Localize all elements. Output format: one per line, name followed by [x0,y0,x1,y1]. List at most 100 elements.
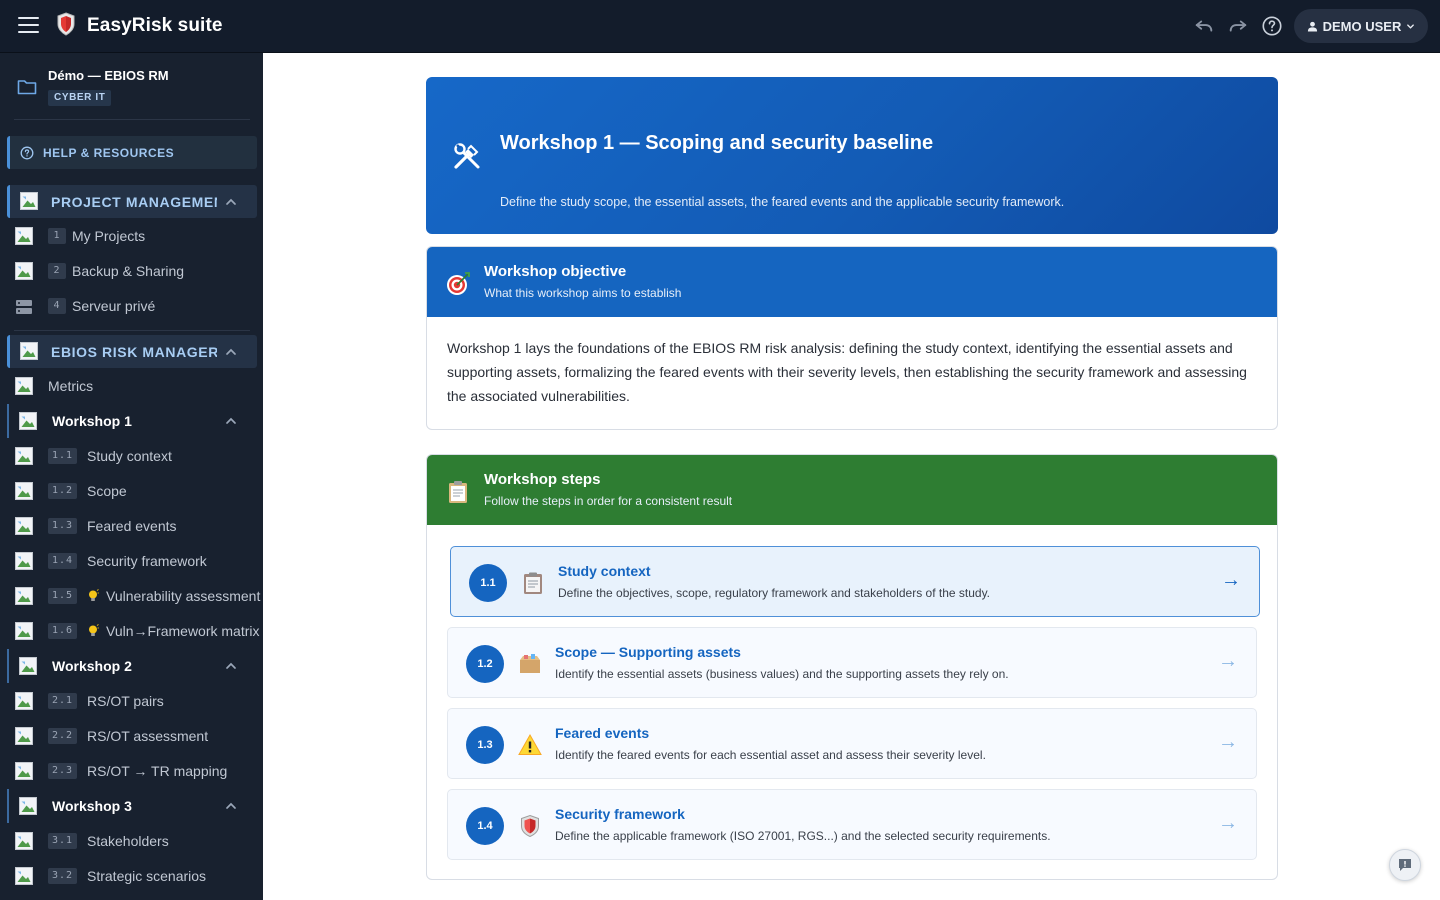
sidebar-item-strategic-scenarios[interactable]: 3.2 Strategic scenarios [0,859,263,893]
step-number: 1.1 [469,564,507,602]
chevron-up-icon [226,417,236,424]
chevron-up-icon [226,802,236,809]
sidebar-workshop-2[interactable]: Workshop 2 [7,649,257,683]
step-scope-supporting-assets[interactable]: 1.2 Scope — Supporting assets Identify t… [447,627,1257,698]
help-resources-button[interactable]: HELP & RESOURCES [7,136,257,169]
sidebar-item-feared-events[interactable]: 1.3 Feared events [0,509,263,543]
logo-icon [57,12,75,36]
item-label: Scope [87,483,127,499]
broken-image-icon [15,832,33,850]
broken-image-icon [20,192,38,210]
redo-icon[interactable] [1226,14,1250,38]
broken-image-icon [15,377,33,395]
chevron-down-icon [1407,23,1415,29]
item-number: 2 [48,263,66,279]
menu-icon[interactable] [18,17,39,33]
sidebar-workshop-3[interactable]: Workshop 3 [7,789,257,823]
step-study-context[interactable]: 1.1 Study context Define the objectives,… [450,546,1260,617]
step-description: Define the objectives, scope, regulatory… [558,586,991,600]
item-number: 1.1 [48,448,78,464]
lightbulb-icon [89,589,99,601]
item-label: RS/OT pairs [87,693,164,709]
item-number: 2.1 [48,693,78,709]
top-bar: EasyRisk suite DEMO USER [0,0,1440,53]
broken-image-icon [15,762,33,780]
step-number: 1.3 [466,726,504,764]
item-number: 4 [48,298,66,314]
sidebar-item-vuln-framework-matrix[interactable]: 1.6 Vuln→Framework matrix [0,614,263,648]
workshop-objective-card: Workshop objective What this workshop ai… [426,246,1278,430]
user-icon [1307,21,1317,32]
user-menu-button[interactable]: DEMO USER [1294,9,1428,43]
sidebar-item-backup-sharing[interactable]: 2 Backup & Sharing [0,254,263,288]
help-icon[interactable] [1260,14,1284,38]
section-project-management[interactable]: PROJECT MANAGEMEN [7,185,257,218]
broken-image-icon [15,227,33,245]
step-title: Scope — Supporting assets [555,644,741,660]
arrow-right-icon: → [1218,731,1238,753]
item-label: My Projects [72,228,146,244]
workshop-label: Workshop 2 [52,658,132,674]
chevron-up-icon [226,348,236,355]
steps-card-header: Workshop steps Follow the steps in order… [427,455,1277,525]
sidebar-item-vulnerability-assessment[interactable]: 1.5 Vulnerability assessment [0,579,263,613]
item-number: 1 [48,228,66,244]
section-ebios-risk-manager[interactable]: EBIOS RISK MANAGER [7,335,257,368]
sidebar-item-metrics[interactable]: Metrics [0,369,263,403]
item-number: 1.5 [48,588,78,604]
divider [14,330,250,331]
workshop-steps-card: Workshop steps Follow the steps in order… [426,454,1278,880]
project-name: Démo — EBIOS RM [48,68,169,83]
item-number: 1.3 [48,518,78,534]
warning-icon [518,733,542,755]
sidebar-item-study-context[interactable]: 1.1 Study context [0,439,263,473]
help-resources-label: HELP & RESOURCES [43,145,175,160]
arrow-right-icon: → [1218,650,1238,672]
sidebar-item-rs-ot-tr-mapping[interactable]: 2.3 RS/OT → TR mapping [0,754,263,788]
chat-icon [1399,859,1411,871]
broken-image-icon [15,867,33,885]
sidebar-item-rs-ot-pairs[interactable]: 2.1 RS/OT pairs [0,684,263,718]
broken-image-icon [15,692,33,710]
project-tag: CYBER IT [48,90,112,106]
sidebar-item-private-server[interactable]: 4 Serveur privé [0,289,263,323]
item-label: RS/OT assessment [87,728,209,744]
objective-card-header: Workshop objective What this workshop ai… [427,247,1277,317]
arrow-right-icon: → [1218,812,1238,834]
sidebar-item-scope[interactable]: 1.2 Scope [0,474,263,508]
sidebar-workshop-1[interactable]: Workshop 1 [7,404,257,438]
sidebar-item-stakeholders[interactable]: 3.1 Stakeholders [0,824,263,858]
card-title: Workshop steps [484,471,601,488]
clipboard-icon [449,481,467,503]
target-icon [447,272,470,295]
item-label: Vulnerability assessment [106,588,261,604]
step-security-framework[interactable]: 1.4 Security framework Define the applic… [447,789,1257,860]
broken-image-icon [15,262,33,280]
broken-image-icon [15,482,33,500]
item-number: 2.3 [48,763,78,779]
section-label: PROJECT MANAGEMEN [51,193,217,210]
step-title: Security framework [555,806,685,822]
objective-text: Workshop 1 lays the foundations of the E… [447,340,1247,404]
broken-image-icon [20,342,38,360]
workshop-hero-banner: Workshop 1 — Scoping and security baseli… [426,77,1278,234]
tools-icon [454,143,480,169]
item-number: 1.6 [48,623,78,639]
undo-icon[interactable] [1192,14,1216,38]
step-title: Study context [558,563,651,579]
step-number: 1.2 [466,645,504,683]
item-number: 2.2 [48,728,78,744]
box-icon [520,654,540,673]
broken-image-icon [15,517,33,535]
sidebar-item-rs-ot-assessment[interactable]: 2.2 RS/OT assessment [0,719,263,753]
help-circle-icon [20,146,34,159]
feedback-button[interactable] [1389,849,1421,881]
current-project[interactable]: Démo — EBIOS RM CYBER IT [0,53,263,119]
step-feared-events[interactable]: 1.3 Feared events Identify the feared ev… [447,708,1257,779]
chevron-up-icon [226,198,236,205]
shield-icon [521,814,539,838]
sidebar-item-security-framework[interactable]: 1.4 Security framework [0,544,263,578]
item-label: Metrics [48,378,94,394]
folder-icon [17,80,37,95]
sidebar-item-my-projects[interactable]: 1 My Projects [0,219,263,253]
